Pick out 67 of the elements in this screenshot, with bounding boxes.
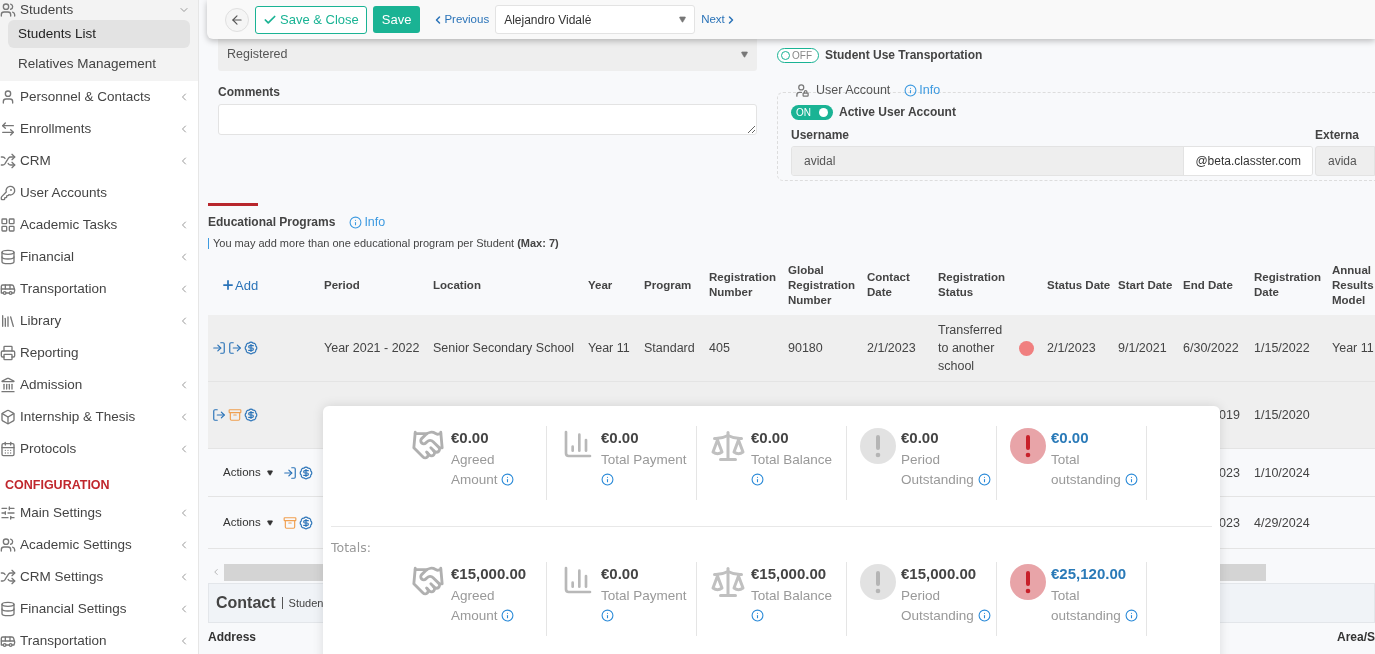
stat-label: Total Balance	[751, 452, 833, 467]
contact-subtitle: Studen	[288, 596, 324, 611]
table-cell: 6/30/2022	[1183, 341, 1239, 356]
table-cell: 2/1/2023	[1047, 341, 1096, 356]
column-header: Contact Date	[867, 270, 911, 301]
stat-value: €0.00	[601, 563, 640, 584]
stat-label: Total Payment	[601, 587, 687, 603]
stat-label: Period Outstanding	[901, 587, 974, 623]
toggle-label: Active User Account	[839, 104, 956, 121]
table-cell: Senior Secondary School	[433, 341, 575, 356]
field-label: Comments	[218, 84, 281, 101]
field-label: Address	[208, 630, 257, 645]
stat-label: Period Outstanding	[901, 452, 974, 487]
panel-title: User Account	[816, 81, 891, 99]
stat-value: €15,000.00	[451, 563, 528, 584]
toggle-label: Student Use Transportation	[825, 47, 983, 64]
stat-value: €25,120.00	[1051, 563, 1128, 584]
table-cell: Year 11	[588, 341, 630, 356]
column-header: End Date	[1183, 277, 1234, 293]
column-header: Registration Number	[709, 270, 778, 301]
column-header: Location	[433, 277, 482, 293]
column-header: Program	[644, 277, 693, 293]
table-cell: 1/15/2022	[1254, 341, 1310, 356]
table-cell: 4/29/2024	[1254, 515, 1310, 530]
table-cell: 405	[709, 341, 730, 356]
table-cell-text: 023	[1218, 514, 1241, 532]
column-header: Status Date	[1047, 277, 1112, 293]
column-header: Global Registration Number	[788, 262, 857, 308]
table-cell: 2/1/2023	[867, 341, 916, 356]
table-cell: 90180	[788, 341, 823, 356]
table-cell: Year 2021 - 2022	[324, 341, 420, 356]
stat-value: €0.00	[751, 428, 790, 448]
column-header: Annual Results Model	[1332, 262, 1375, 308]
table-cell: Year 11	[1332, 341, 1374, 356]
table-cell-text: 023	[1218, 464, 1241, 482]
stat-value: €15,000.00	[751, 563, 828, 584]
stat-label: Total outstanding	[1051, 452, 1121, 487]
field-label: Externa	[1315, 127, 1361, 144]
domain-addon: @beta.classter.com	[1183, 147, 1312, 175]
table-cell-text: 019	[1218, 407, 1241, 425]
totals-label: Totals:	[331, 539, 372, 557]
stat-value: €15,000.00	[901, 563, 978, 584]
stat-label: Total Payment	[601, 452, 687, 467]
stat-label: Agreed Amount	[451, 587, 498, 623]
column-header: Period	[324, 277, 361, 293]
table-cell: Transferred to another school	[938, 323, 1003, 374]
stat-value: €0.00	[1051, 428, 1090, 448]
section-title: CONFIGURATION	[4, 477, 111, 494]
field-label: Area/S	[1336, 630, 1375, 645]
table-cell: Standard	[644, 341, 695, 356]
table-cell: 9/1/2021	[1118, 341, 1167, 356]
stat-value: €0.00	[451, 428, 490, 448]
table-cell: 1/10/2024	[1254, 465, 1310, 480]
table-cell: 1/15/2020	[1254, 408, 1310, 423]
stat-label: Total outstanding	[1051, 587, 1121, 623]
column-header: Start Date	[1118, 277, 1174, 293]
column-header: Registration Date	[1254, 270, 1323, 301]
stat-value: €0.00	[901, 428, 940, 448]
stat-value: €0.00	[601, 428, 640, 448]
section-title: Educational Programs	[208, 214, 336, 232]
contact-title: Contact	[216, 593, 276, 614]
stat-label: Agreed Amount	[451, 452, 498, 487]
stat-label: Total Balance	[751, 587, 833, 603]
column-header: Registration Status	[938, 270, 1007, 301]
note-text: You may add more than one educational program per Student (Max: 7)	[213, 235, 559, 251]
field-label: Username	[791, 127, 851, 144]
column-header: Year	[588, 277, 614, 293]
